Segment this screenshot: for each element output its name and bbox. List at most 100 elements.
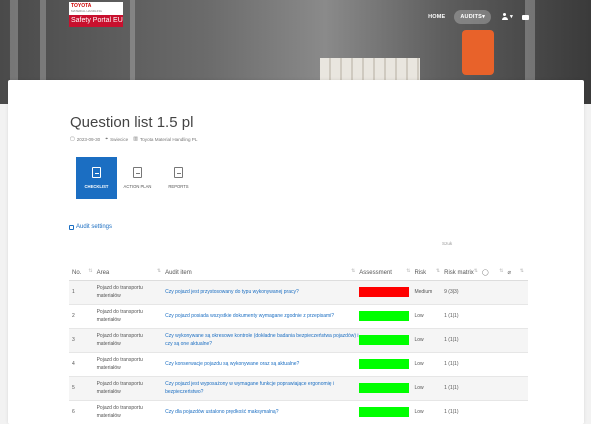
assessment-bar[interactable] bbox=[359, 359, 410, 369]
row-comments bbox=[481, 328, 508, 353]
chevron-down-icon: ▾ bbox=[510, 14, 513, 20]
language-flag-icon[interactable] bbox=[522, 14, 529, 20]
row-attachments bbox=[507, 352, 528, 377]
assessment-bar[interactable] bbox=[359, 287, 410, 297]
col-item-label: Audit item bbox=[165, 269, 192, 276]
row-attachments bbox=[507, 376, 528, 401]
row-risk-matrix: 1 (1|1) bbox=[444, 352, 482, 377]
col-audit-item[interactable]: Audit item ⇅ bbox=[165, 251, 360, 281]
row-risk-matrix: 1 (1|1) bbox=[444, 376, 482, 401]
assessment-bar[interactable] bbox=[359, 335, 410, 345]
nav-home[interactable]: HOME bbox=[428, 14, 445, 20]
row-assessment[interactable] bbox=[359, 400, 415, 424]
audit-location: Swiecice bbox=[110, 136, 129, 142]
row-audit-item-text[interactable]: Czy pojazd jest przystosowany do typu wy… bbox=[165, 289, 299, 295]
chevron-down-icon: ▾ bbox=[482, 14, 486, 20]
tab-reports[interactable]: REPORTS bbox=[158, 157, 199, 199]
row-attachments bbox=[507, 328, 528, 353]
row-area-text: Pojazd do transportu materiałów bbox=[96, 333, 143, 347]
building-icon: ▥ bbox=[133, 136, 138, 142]
table-row[interactable]: 2 Pojazd do transportu materiałów Czy poja… bbox=[69, 304, 528, 329]
col-comments[interactable]: ◯ ⇅ bbox=[481, 251, 508, 281]
row-no-text: 2 bbox=[72, 313, 75, 319]
row-audit-item-text[interactable]: Czy pojazd jest wyposażony w wymagane fu… bbox=[165, 381, 334, 395]
sort-icon: ⇅ bbox=[351, 267, 356, 274]
row-no-text: 6 bbox=[72, 409, 75, 415]
row-audit-item[interactable]: Czy pojazd posiada wszystkie dokumenty w… bbox=[165, 304, 360, 329]
row-area: Pojazd do transportu materiałów bbox=[96, 280, 166, 305]
row-comments bbox=[481, 304, 508, 329]
audit-settings-link[interactable]: Audit settings bbox=[69, 224, 112, 230]
tab-label: ACTION PLAN bbox=[123, 184, 152, 189]
row-risk-text: Low bbox=[414, 409, 424, 415]
row-area: Pojazd do transportu materiałów bbox=[96, 352, 166, 377]
sort-icon: ⇅ bbox=[156, 267, 162, 274]
row-comments bbox=[481, 352, 508, 377]
row-assessment[interactable] bbox=[359, 352, 415, 377]
row-area: Pojazd do transportu materiałów bbox=[96, 304, 166, 329]
row-risk: Low bbox=[414, 328, 445, 353]
table-row[interactable]: 4 Pojazd do transportu materiałów Czy kons… bbox=[69, 352, 528, 377]
row-no-text: 1 bbox=[72, 289, 75, 295]
nav-audits[interactable]: AUDITS▾ bbox=[454, 10, 492, 24]
search-label: Szuk bbox=[442, 241, 453, 246]
table-row[interactable]: 1 Pojazd do transportu materiałów Czy poja… bbox=[69, 280, 528, 305]
row-area: Pojazd do transportu materiałów bbox=[96, 328, 166, 353]
tab-action-plan[interactable]: ACTION PLAN bbox=[117, 157, 158, 199]
col-area[interactable]: Area ⇅ bbox=[96, 251, 166, 281]
row-risk-matrix-text: 1 (1|1) bbox=[444, 337, 459, 343]
row-assessment[interactable] bbox=[359, 280, 415, 305]
col-assessment[interactable]: Assessment ⇅ bbox=[359, 251, 415, 281]
col-attachments[interactable]: ⌀ ⇅ bbox=[507, 251, 528, 281]
report-icon bbox=[174, 167, 183, 178]
assessment-bar[interactable] bbox=[359, 383, 410, 393]
sort-icon: ⇅ bbox=[519, 267, 524, 274]
row-assessment[interactable] bbox=[359, 376, 415, 401]
table-row[interactable]: 3 Pojazd do transportu materiałów Czy wyko… bbox=[69, 328, 528, 353]
row-no: 2 bbox=[69, 304, 97, 329]
sort-icon: ⇅ bbox=[406, 267, 411, 274]
table-row[interactable]: 5 Pojazd do transportu materiałów Czy poja… bbox=[69, 376, 528, 401]
row-risk-text: Medium bbox=[414, 289, 433, 295]
table-row[interactable]: 6 Pojazd do transportu materiałów Czy dla … bbox=[69, 400, 528, 424]
row-risk-matrix: 9 (3|3) bbox=[444, 280, 482, 305]
sort-icon: ⇅ bbox=[473, 267, 478, 274]
row-audit-item[interactable]: Czy pojazd jest wyposażony w wymagane fu… bbox=[165, 376, 360, 401]
toyota-logo[interactable]: TOYOTA MATERIAL HANDLING Safety Portal E… bbox=[69, 2, 123, 27]
row-audit-item[interactable]: Czy wykonywane są okresowe kontrole (dok… bbox=[165, 328, 360, 353]
row-audit-item[interactable]: Czy pojazd jest przystosowany do typu wy… bbox=[165, 280, 360, 305]
audit-date: 2023-09-30 bbox=[76, 136, 101, 142]
row-area-text: Pojazd do transportu materiałów bbox=[96, 405, 143, 419]
col-risk[interactable]: Risk ⇅ bbox=[414, 251, 445, 281]
sort-icon: ⇅ bbox=[499, 267, 504, 274]
col-risk-label: Risk bbox=[414, 269, 427, 276]
row-audit-item-text[interactable]: Czy pojazd posiada wszystkie dokumenty w… bbox=[165, 313, 334, 319]
assessment-bar[interactable] bbox=[359, 407, 410, 417]
row-no: 3 bbox=[69, 328, 97, 353]
assessment-bar[interactable] bbox=[359, 311, 410, 321]
row-comments bbox=[481, 376, 508, 401]
row-audit-item-text[interactable]: Czy konserwacje pojazdu są wykonywane or… bbox=[165, 361, 299, 367]
row-area-text: Pojazd do transportu materiałów bbox=[96, 285, 143, 299]
row-risk-matrix: 1 (1|1) bbox=[444, 304, 482, 329]
audit-meta: ▢ 2023-09-30 ⌖ Swiecice ▥ Toyota Material H… bbox=[70, 136, 197, 142]
row-risk: Low bbox=[414, 400, 445, 424]
row-audit-item-text[interactable]: Czy wykonywane są okresowe kontrole (dok… bbox=[165, 333, 358, 347]
table-header-row: No. ⇅ Area ⇅ Audit item ⇅ Assessment ⇅ Risk ⇅… bbox=[69, 251, 528, 281]
row-assessment[interactable] bbox=[359, 328, 415, 353]
audit-tabs: CHECKLIST ACTION PLAN REPORTS bbox=[76, 157, 199, 199]
row-area-text: Pojazd do transportu materiałów bbox=[96, 381, 143, 395]
col-risk-matrix[interactable]: Risk matrix ⇅ bbox=[444, 251, 482, 281]
row-audit-item[interactable]: Czy dla pojazdów ustalono prędkość maksy… bbox=[165, 400, 360, 424]
row-audit-item-text[interactable]: Czy dla pojazdów ustalono prędkość maksy… bbox=[165, 409, 278, 415]
row-comments bbox=[481, 400, 508, 424]
user-menu[interactable]: ▾ bbox=[500, 12, 513, 22]
col-no[interactable]: No. ⇅ bbox=[69, 251, 97, 281]
row-no: 5 bbox=[69, 376, 97, 401]
comment-icon: ◯ bbox=[481, 269, 489, 276]
row-audit-item[interactable]: Czy konserwacje pojazdu są wykonywane or… bbox=[165, 352, 360, 377]
edit-document-icon bbox=[133, 167, 142, 178]
row-risk-matrix: 1 (1|1) bbox=[444, 400, 482, 424]
row-assessment[interactable] bbox=[359, 304, 415, 329]
tab-checklist[interactable]: CHECKLIST bbox=[76, 157, 117, 199]
